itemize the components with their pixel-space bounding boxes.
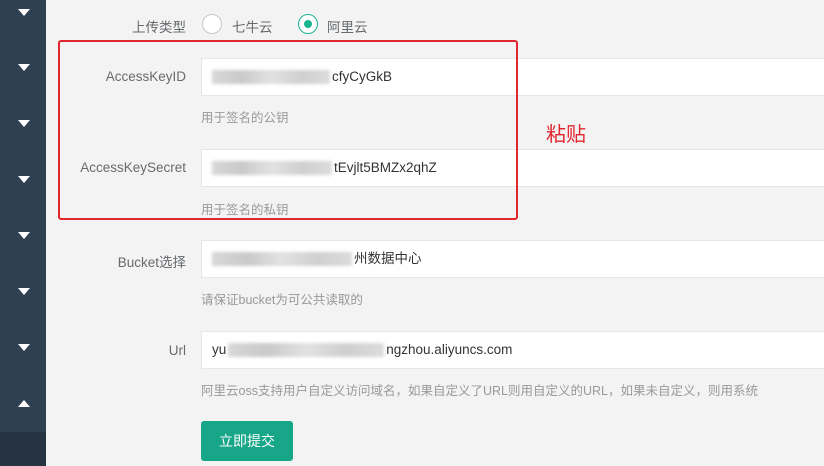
annotation-highlight-box [58,40,518,220]
radio-qiniu[interactable] [202,14,222,34]
redacted-mask [212,252,352,267]
url-value-prefix: yu [212,342,227,357]
url-label: Url [168,343,186,358]
chevron-down-icon[interactable] [18,288,30,295]
url-input[interactable]: yu ngzhou.aliyuncs.com [201,331,824,369]
chevron-up-icon[interactable] [18,400,30,407]
url-value: ngzhou.aliyuncs.com [386,342,513,357]
bucket-help: 请保证bucket为可公共读取的 [201,293,363,307]
radio-qiniu-label[interactable]: 七牛云 [232,16,273,36]
sidebar-footer [0,432,46,466]
chevron-down-icon[interactable] [18,344,30,351]
chevron-down-icon[interactable] [18,232,30,239]
chevron-down-icon[interactable] [18,176,30,183]
chevron-down-icon[interactable] [18,9,30,16]
annotation-text: 粘贴 [546,124,586,146]
sidebar [0,0,46,466]
bucket-select[interactable]: 州数据中心 [201,240,824,278]
bucket-value: 州数据中心 [354,251,422,266]
redacted-mask [228,343,385,358]
chevron-down-icon[interactable] [18,120,30,127]
radio-aliyun-label[interactable]: 阿里云 [327,16,368,36]
submit-button[interactable]: 立即提交 [201,421,293,461]
radio-aliyun[interactable] [298,14,318,34]
upload-type-label: 上传类型 [132,20,186,35]
url-help: 阿里云oss支持用户自定义访问域名，如果自定义了URL则用自定义的URL，如果未… [201,384,758,398]
chevron-down-icon[interactable] [18,64,30,71]
bucket-label: Bucket选择 [117,255,186,270]
